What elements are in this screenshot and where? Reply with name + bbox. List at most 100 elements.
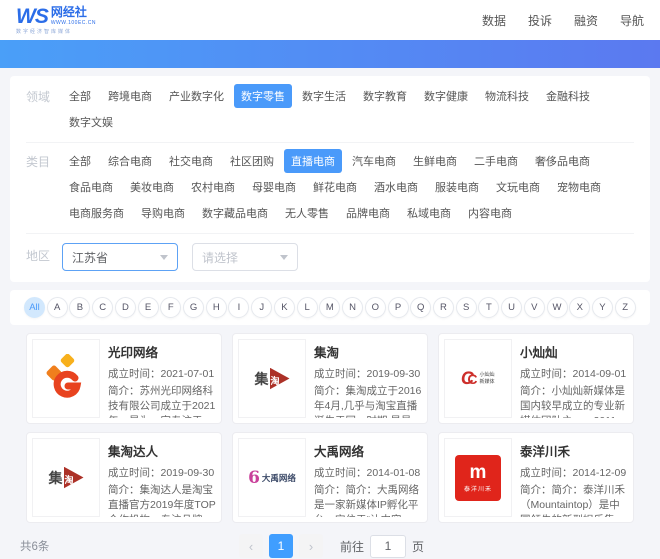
alphabet-letter-r[interactable]: R bbox=[433, 297, 454, 318]
site-logo-row: WS 网经社 WWW.100EC.CN bbox=[16, 6, 96, 27]
nav-item[interactable]: 数据 bbox=[482, 12, 506, 29]
nav-item[interactable]: 投诉 bbox=[528, 12, 552, 29]
filter-item[interactable]: 农村电商 bbox=[184, 175, 242, 199]
filter-item[interactable]: 导购电商 bbox=[134, 201, 192, 225]
company-card[interactable]: 集 淘 集淘达人成立时间：2019-09-30简介：集淘达人是淘宝直播官方201… bbox=[26, 432, 222, 523]
alphabet-letter-k[interactable]: K bbox=[274, 297, 295, 318]
alphabet-letter-u[interactable]: U bbox=[501, 297, 522, 318]
alphabet-letter-p[interactable]: P bbox=[388, 297, 409, 318]
company-card[interactable]: 光印网络成立时间：2021-07-01简介：苏州光印网络科技有限公司成立于202… bbox=[26, 333, 222, 424]
company-logo-box: C C 小灿灿新媒体 bbox=[444, 339, 512, 418]
chevron-down-icon bbox=[280, 255, 288, 260]
field-filter-row: 领域 全部跨境电商产业数字化数字零售数字生活数字教育数字健康物流科技金融科技数字… bbox=[10, 78, 650, 142]
filter-item[interactable]: 无人零售 bbox=[278, 201, 336, 225]
alphabet-letter-s[interactable]: S bbox=[456, 297, 477, 318]
alphabet-letter-v[interactable]: V bbox=[524, 297, 545, 318]
alphabet-letter-z[interactable]: Z bbox=[615, 297, 636, 318]
alphabet-filter-panel: AllABCDEFGHIJKLMNOPQRSTUVWXYZ bbox=[10, 290, 650, 325]
dayu-6-logo: 6 大禹网络 bbox=[248, 468, 296, 488]
filter-item[interactable]: 食品电商 bbox=[62, 175, 120, 199]
company-card[interactable]: 6 大禹网络 大禹网络成立时间：2014-01-08简介：简介：大禹网络是一家新… bbox=[232, 432, 428, 523]
alphabet-letter-n[interactable]: N bbox=[342, 297, 363, 318]
filter-item[interactable]: 品牌电商 bbox=[339, 201, 397, 225]
company-name: 光印网络 bbox=[108, 342, 216, 361]
filter-item[interactable]: 文玩电商 bbox=[489, 175, 547, 199]
filter-item[interactable]: 综合电商 bbox=[101, 149, 159, 173]
alphabet-letter-g[interactable]: G bbox=[183, 297, 204, 318]
alphabet-letter-o[interactable]: O bbox=[365, 297, 386, 318]
filter-item[interactable]: 数字健康 bbox=[417, 84, 475, 108]
alphabet-letter-b[interactable]: B bbox=[69, 297, 90, 318]
nav-item[interactable]: 融资 bbox=[574, 12, 598, 29]
category-filter-label: 类目 bbox=[26, 153, 62, 170]
page-button-1[interactable]: 1 bbox=[269, 534, 293, 558]
filter-item[interactable]: 数字生活 bbox=[295, 84, 353, 108]
logo-domain-text: WWW.100EC.CN bbox=[51, 20, 96, 26]
filter-item[interactable]: 社区团购 bbox=[223, 149, 281, 173]
alphabet-letter-a[interactable]: A bbox=[47, 297, 68, 318]
company-info: 光印网络成立时间：2021-07-01简介：苏州光印网络科技有限公司成立于202… bbox=[108, 339, 216, 418]
filter-item[interactable]: 电商服务商 bbox=[62, 201, 131, 225]
filter-item[interactable]: 跨境电商 bbox=[101, 84, 159, 108]
filter-item[interactable]: 物流科技 bbox=[478, 84, 536, 108]
alphabet-letter-i[interactable]: I bbox=[228, 297, 249, 318]
alphabet-letter-q[interactable]: Q bbox=[410, 297, 431, 318]
site-logo[interactable]: WS 网经社 WWW.100EC.CN 数字经济智库媒体 bbox=[16, 6, 96, 35]
province-select[interactable]: 江苏省 bbox=[62, 243, 178, 271]
filter-item[interactable]: 美妆电商 bbox=[123, 175, 181, 199]
filter-item[interactable]: 酒水电商 bbox=[367, 175, 425, 199]
prev-page-button[interactable]: ‹ bbox=[239, 534, 263, 558]
alphabet-letter-e[interactable]: E bbox=[138, 297, 159, 318]
filter-item[interactable]: 金融科技 bbox=[539, 84, 597, 108]
city-select[interactable]: 请选择 bbox=[192, 243, 298, 271]
company-founded-date: 成立时间：2019-09-30 bbox=[314, 366, 422, 381]
filter-item[interactable]: 母婴电商 bbox=[245, 175, 303, 199]
alphabet-letter-m[interactable]: M bbox=[319, 297, 340, 318]
alphabet-letter-h[interactable]: H bbox=[206, 297, 227, 318]
alphabet-letter-d[interactable]: D bbox=[115, 297, 136, 318]
company-name: 小灿灿 bbox=[520, 342, 628, 361]
company-founded-date: 成立时间：2019-09-30 bbox=[108, 465, 216, 480]
filter-item[interactable]: 鲜花电商 bbox=[306, 175, 364, 199]
company-founded-date: 成立时间：2021-07-01 bbox=[108, 366, 216, 381]
filter-item[interactable]: 生鲜电商 bbox=[406, 149, 464, 173]
goto-page-input[interactable] bbox=[370, 535, 406, 558]
filter-item[interactable]: 数字零售 bbox=[234, 84, 292, 108]
filter-item[interactable]: 奢侈品电商 bbox=[528, 149, 597, 173]
filter-item[interactable]: 数字文娱 bbox=[62, 110, 120, 134]
alphabet-letter-l[interactable]: L bbox=[297, 297, 318, 318]
next-page-button[interactable]: › bbox=[299, 534, 323, 558]
alphabet-letter-t[interactable]: T bbox=[478, 297, 499, 318]
filter-item[interactable]: 汽车电商 bbox=[345, 149, 403, 173]
alphabet-letter-x[interactable]: X bbox=[569, 297, 590, 318]
hero-banner bbox=[0, 40, 660, 68]
filter-item[interactable]: 全部 bbox=[62, 84, 98, 108]
company-card[interactable]: m 泰洋川禾 泰洋川禾成立时间：2014-12-09简介：简介：泰洋川禾（Mou… bbox=[438, 432, 634, 523]
filter-item[interactable]: 社交电商 bbox=[162, 149, 220, 173]
filter-item[interactable]: 二手电商 bbox=[467, 149, 525, 173]
alphabet-letter-f[interactable]: F bbox=[160, 297, 181, 318]
filter-item[interactable]: 数字藏品电商 bbox=[195, 201, 275, 225]
top-header: WS 网经社 WWW.100EC.CN 数字经济智库媒体 数据 投诉 融资 导航 bbox=[0, 0, 660, 40]
alphabet-letter-c[interactable]: C bbox=[92, 297, 113, 318]
region-filter-label: 地区 bbox=[26, 247, 62, 264]
filter-item[interactable]: 内容电商 bbox=[461, 201, 519, 225]
alphabet-letter-y[interactable]: Y bbox=[592, 297, 613, 318]
filter-item[interactable]: 数字教育 bbox=[356, 84, 414, 108]
company-card[interactable]: 集 淘 集淘成立时间：2019-09-30简介：集淘成立于2016年4月,几乎与… bbox=[232, 333, 428, 424]
alphabet-letter-j[interactable]: J bbox=[251, 297, 272, 318]
filter-item[interactable]: 私域电商 bbox=[400, 201, 458, 225]
company-card[interactable]: C C 小灿灿新媒体 小灿灿成立时间：2014-09-01简介：小灿灿新媒体是国… bbox=[438, 333, 634, 424]
filter-item[interactable]: 宠物电商 bbox=[550, 175, 608, 199]
filter-item[interactable]: 全部 bbox=[62, 149, 98, 173]
alphabet-letter-all[interactable]: All bbox=[24, 297, 45, 318]
company-logo-box: 集 淘 bbox=[238, 339, 306, 418]
filter-item[interactable]: 服装电商 bbox=[428, 175, 486, 199]
total-count-label: 共6条 bbox=[20, 538, 49, 554]
goto-page-unit: 页 bbox=[412, 538, 424, 555]
alphabet-letter-w[interactable]: W bbox=[547, 297, 568, 318]
filter-item[interactable]: 直播电商 bbox=[284, 149, 342, 173]
region-filter-row: 地区 江苏省 请选择 bbox=[10, 234, 650, 280]
filter-item[interactable]: 产业数字化 bbox=[162, 84, 231, 108]
nav-item[interactable]: 导航 bbox=[620, 12, 644, 29]
